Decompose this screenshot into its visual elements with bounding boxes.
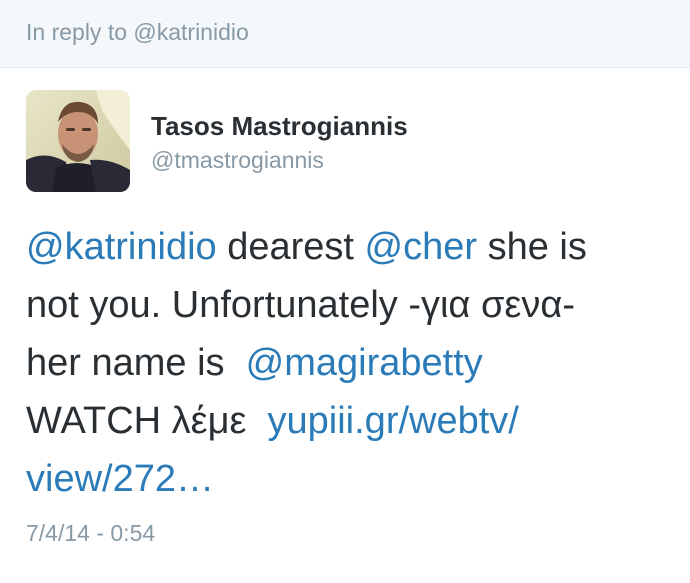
tweet-line: not you. Unfortunately -για σενα- — [26, 284, 575, 326]
tweet-line: @katrinidio dearest @cher she is — [26, 218, 666, 276]
in-reply-to-bar[interactable]: In reply to @katrinidio — [0, 0, 690, 68]
mention-katrinidio[interactable]: @katrinidio — [26, 226, 217, 268]
tweet-fragment: dearest — [216, 226, 365, 268]
tweet-fragment: she is — [477, 226, 587, 268]
url-link[interactable]: yupiii.gr/webtv/ — [268, 400, 519, 442]
author-name[interactable]: Tasos Mastrogiannis — [151, 110, 408, 142]
tweet-fragment: WATCH λέμε — [26, 400, 268, 442]
tweet-fragment: her name is — [26, 342, 246, 384]
tweet-text: @katrinidio dearest @cher she is not you… — [26, 218, 666, 508]
avatar-photo — [26, 90, 130, 192]
author-handle[interactable]: @tmastrogiannis — [151, 146, 324, 174]
mention-cher[interactable]: @cher — [365, 226, 478, 268]
mention-magirabetty[interactable]: @magirabetty — [246, 342, 483, 384]
tweet-line: her name is @magirabetty — [26, 334, 666, 392]
tweet-timestamp: 7/4/14 - 0:54 — [26, 520, 156, 546]
author-avatar[interactable] — [26, 90, 130, 192]
in-reply-to-text[interactable]: In reply to @katrinidio — [26, 18, 249, 46]
tweet-line: WATCH λέμε yupiii.gr/webtv/ — [26, 392, 666, 450]
tweet-line: view/272… — [26, 450, 666, 508]
url-link-continued[interactable]: view/272… — [26, 458, 214, 500]
